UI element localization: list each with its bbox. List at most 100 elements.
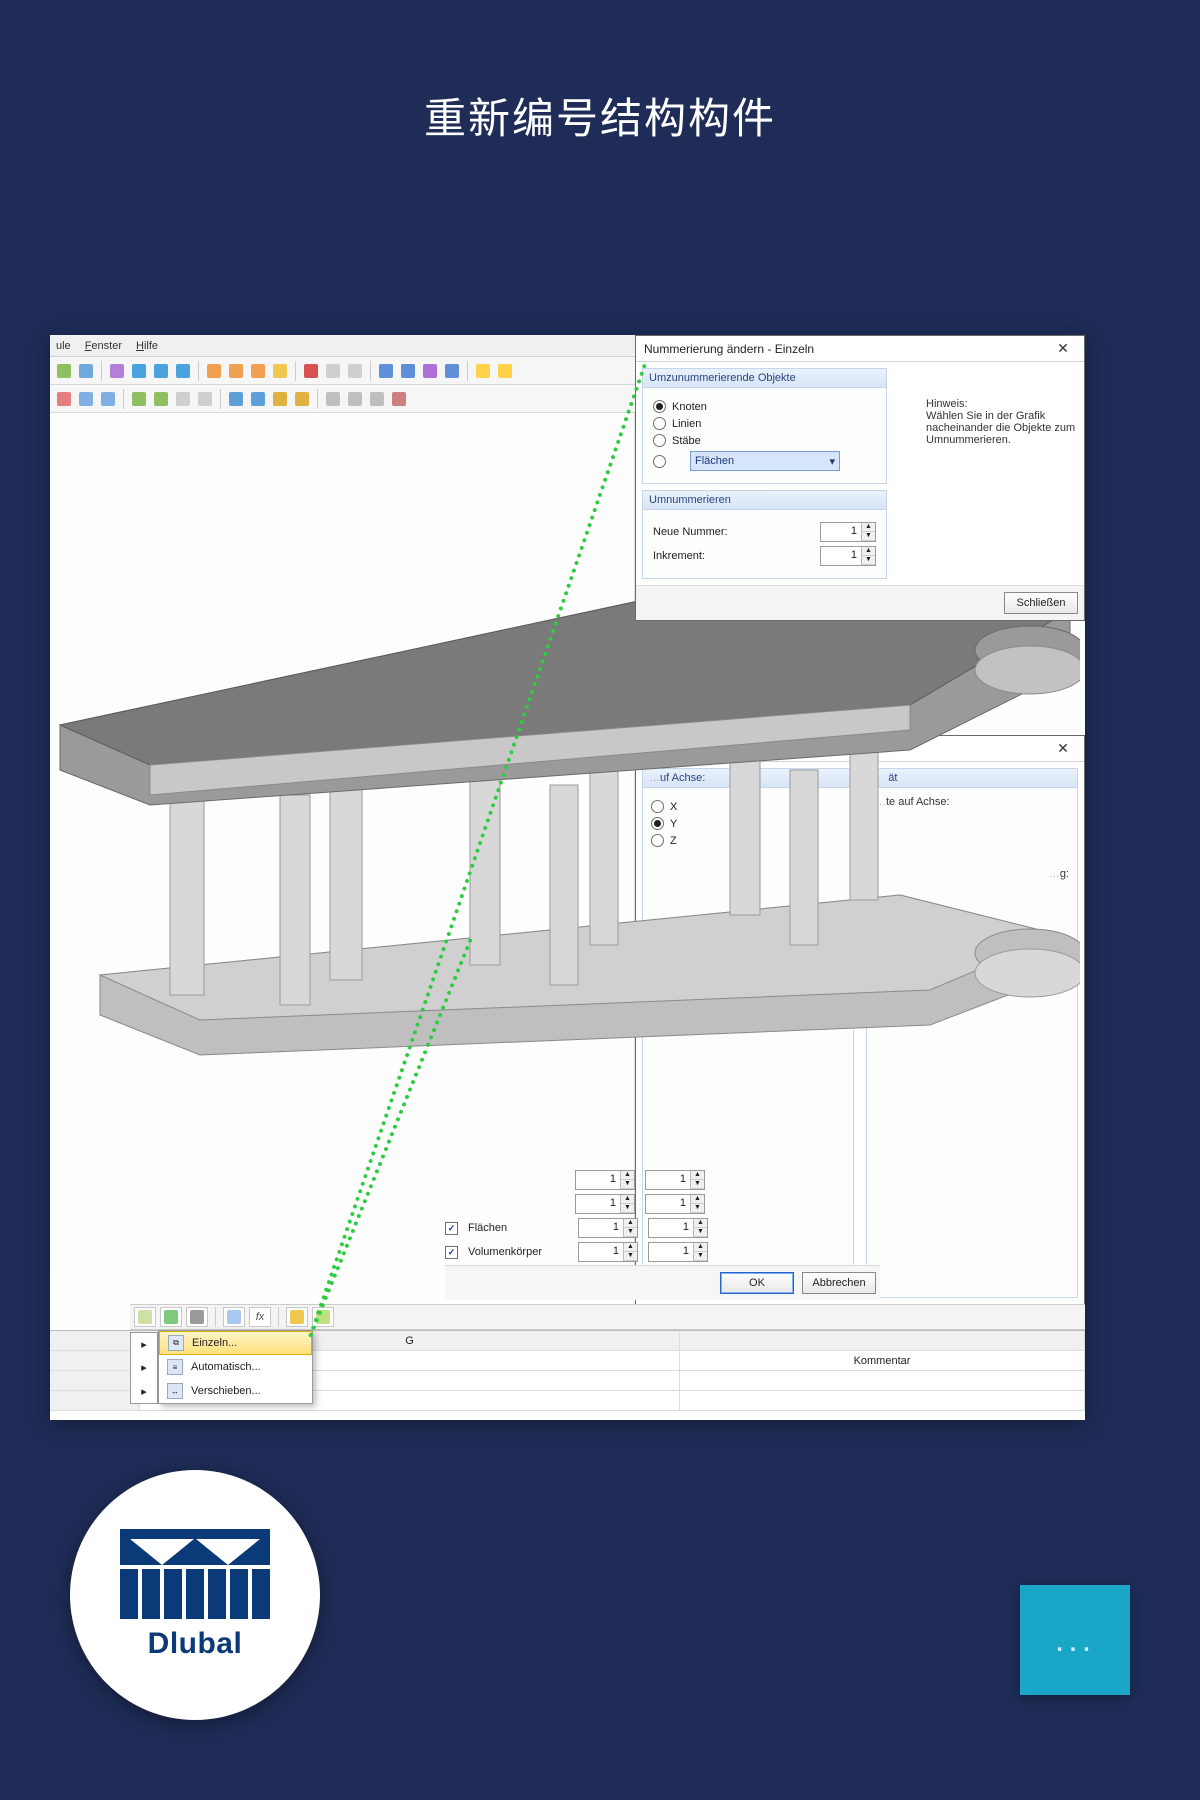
dialog-renumber-title: Nummerierung ändern - Einzeln bbox=[644, 342, 814, 356]
toolbar-icon[interactable] bbox=[76, 361, 96, 381]
checkbox-icon[interactable] bbox=[445, 1222, 458, 1235]
fx-icon[interactable]: fx bbox=[249, 1307, 271, 1327]
dialog-renumber-single: Nummerierung ändern - Einzeln ✕ Umzunumm… bbox=[635, 335, 1085, 621]
menu-help[interactable]: HHilfeilfe bbox=[136, 340, 158, 352]
toolbar-icon[interactable] bbox=[204, 361, 224, 381]
radio-knoten[interactable]: Knoten bbox=[653, 400, 876, 413]
toolbar-icon[interactable] bbox=[473, 361, 493, 381]
toolbar-separator bbox=[467, 361, 468, 381]
toolbar-icon[interactable] bbox=[226, 389, 246, 409]
toolbar-icon[interactable] bbox=[345, 361, 365, 381]
spinner[interactable]: 1▲▼ bbox=[648, 1218, 708, 1238]
menu-item-einzeln[interactable]: ⧉ Einzeln... bbox=[159, 1331, 312, 1355]
toolbar-icon[interactable] bbox=[270, 389, 290, 409]
fb-icon[interactable] bbox=[160, 1307, 182, 1327]
schliessen-button[interactable]: Schließen bbox=[1004, 592, 1078, 614]
kommentar-header: Kommentar bbox=[680, 1351, 1085, 1370]
toolbar-icon[interactable] bbox=[151, 361, 171, 381]
toolbar-icon[interactable] bbox=[129, 361, 149, 381]
toolbar-icon[interactable] bbox=[54, 361, 74, 381]
checkbox-icon[interactable] bbox=[445, 1246, 458, 1259]
toolbar-icon[interactable] bbox=[389, 389, 409, 409]
fb-icon[interactable] bbox=[186, 1307, 208, 1327]
toolbar-icon[interactable] bbox=[173, 389, 193, 409]
spinner[interactable]: 1▲▼ bbox=[578, 1218, 638, 1238]
cancel-button[interactable]: Abbrechen bbox=[802, 1272, 876, 1294]
spinner[interactable]: 1▲▼ bbox=[575, 1194, 635, 1214]
page-title: 重新编号结构构件 bbox=[0, 85, 1200, 146]
more-button[interactable]: ... bbox=[1020, 1585, 1130, 1695]
toolbar-icon[interactable] bbox=[107, 361, 127, 381]
toolbar-separator bbox=[295, 361, 296, 381]
spinner[interactable]: 1▲▼ bbox=[645, 1194, 705, 1214]
menu-item-automatisch[interactable]: ≡ Automatisch... bbox=[159, 1355, 312, 1379]
toolbar-icon[interactable] bbox=[173, 361, 193, 381]
spinner[interactable]: 1▲▼ bbox=[645, 1170, 705, 1190]
toolbar-icon[interactable] bbox=[76, 389, 96, 409]
toolbar-icon[interactable] bbox=[367, 389, 387, 409]
menu-window[interactable]: FFensterenster bbox=[85, 340, 122, 352]
context-submenu-indicator[interactable]: ▸ ▸ ▸ bbox=[130, 1332, 158, 1404]
row-blank-2: 1▲▼ 1▲▼ bbox=[445, 1194, 775, 1214]
input-inkrement[interactable]: 1▲▼ bbox=[820, 546, 876, 566]
radio-staebe[interactable]: Stäbe bbox=[653, 434, 876, 447]
hint-text: Hinweis: Wählen Sie in der Grafik nachei… bbox=[926, 398, 1076, 446]
row-flaechen[interactable]: Flächen 1▲▼ 1▲▼ bbox=[445, 1218, 775, 1238]
toolbar-icon[interactable] bbox=[129, 389, 149, 409]
toolbar-icon[interactable] bbox=[345, 389, 365, 409]
brand-logo-text: Dlubal bbox=[148, 1627, 243, 1661]
dialog-priority-title bbox=[644, 742, 647, 756]
spinner[interactable]: 1▲▼ bbox=[575, 1170, 635, 1190]
spinner[interactable]: 1▲▼ bbox=[648, 1242, 708, 1262]
radio-linien[interactable]: Linien bbox=[653, 417, 876, 430]
toolbar-separator bbox=[101, 361, 102, 381]
toolbar-icon[interactable] bbox=[301, 361, 321, 381]
menu-module[interactable]: ule bbox=[56, 340, 71, 352]
label-neue-nummer: Neue Nummer: bbox=[653, 526, 728, 538]
model-viewport[interactable] bbox=[50, 413, 635, 1273]
toolbar-icon[interactable] bbox=[420, 361, 440, 381]
flaechen-dropdown[interactable]: Flächen ▾ bbox=[690, 451, 840, 471]
toolbar-icon[interactable] bbox=[226, 361, 246, 381]
toolbar-icon[interactable] bbox=[98, 389, 118, 409]
close-icon[interactable]: ✕ bbox=[1048, 739, 1078, 759]
toolbar-icon[interactable] bbox=[323, 389, 343, 409]
toolbar-separator bbox=[278, 1307, 279, 1327]
chevron-right-icon: ▸ bbox=[131, 1333, 157, 1356]
radio-flaechen[interactable]: Flächen ▾ bbox=[653, 451, 876, 471]
toolbar-icon[interactable] bbox=[151, 389, 171, 409]
spinner[interactable]: 1▲▼ bbox=[578, 1242, 638, 1262]
toolbar-icon[interactable] bbox=[398, 361, 418, 381]
toolbar-icon[interactable] bbox=[248, 389, 268, 409]
brand-logo: Dlubal bbox=[70, 1470, 320, 1720]
chevron-right-icon: ▸ bbox=[131, 1380, 157, 1403]
renumber-shift-icon: ↔ bbox=[167, 1383, 183, 1399]
groupbox-renumber-title: Umnummerieren bbox=[643, 491, 886, 510]
toolbar-icon[interactable] bbox=[248, 361, 268, 381]
toolbar-icon[interactable] bbox=[270, 361, 290, 381]
chevron-right-icon: ▸ bbox=[131, 1356, 157, 1379]
row-volumenkoerper[interactable]: Volumenkörper 1▲▼ 1▲▼ bbox=[445, 1242, 775, 1262]
radio-x[interactable]: X bbox=[651, 800, 845, 813]
formula-bar: fx bbox=[130, 1304, 1085, 1330]
radio-z[interactable]: Z bbox=[651, 834, 845, 847]
toolbar-icon[interactable] bbox=[495, 361, 515, 381]
fb-icon[interactable] bbox=[134, 1307, 156, 1327]
toolbar-icon[interactable] bbox=[54, 389, 74, 409]
fb-icon[interactable] bbox=[223, 1307, 245, 1327]
ok-button[interactable]: OK bbox=[720, 1272, 794, 1294]
fb-icon[interactable] bbox=[286, 1307, 308, 1327]
groupbox-objects-title: Umzunummerierende Objekte bbox=[643, 369, 886, 388]
toolbar-icon[interactable] bbox=[376, 361, 396, 381]
panel-left-title: …uf Achse: bbox=[643, 769, 853, 788]
toolbar-icon[interactable] bbox=[442, 361, 462, 381]
toolbar-icon[interactable] bbox=[292, 389, 312, 409]
toolbar-separator bbox=[370, 361, 371, 381]
toolbar-icon[interactable] bbox=[195, 389, 215, 409]
radio-y[interactable]: Y bbox=[651, 817, 845, 830]
menu-item-verschieben[interactable]: ↔ Verschieben... bbox=[159, 1379, 312, 1403]
close-icon[interactable]: ✕ bbox=[1048, 339, 1078, 359]
toolbar-icon[interactable] bbox=[323, 361, 343, 381]
lower-rows-group: 1▲▼ 1▲▼ 1▲▼ 1▲▼ Flächen 1▲▼ 1▲▼ Volumenk… bbox=[445, 1166, 775, 1266]
input-neue-nummer[interactable]: 1▲▼ bbox=[820, 522, 876, 542]
